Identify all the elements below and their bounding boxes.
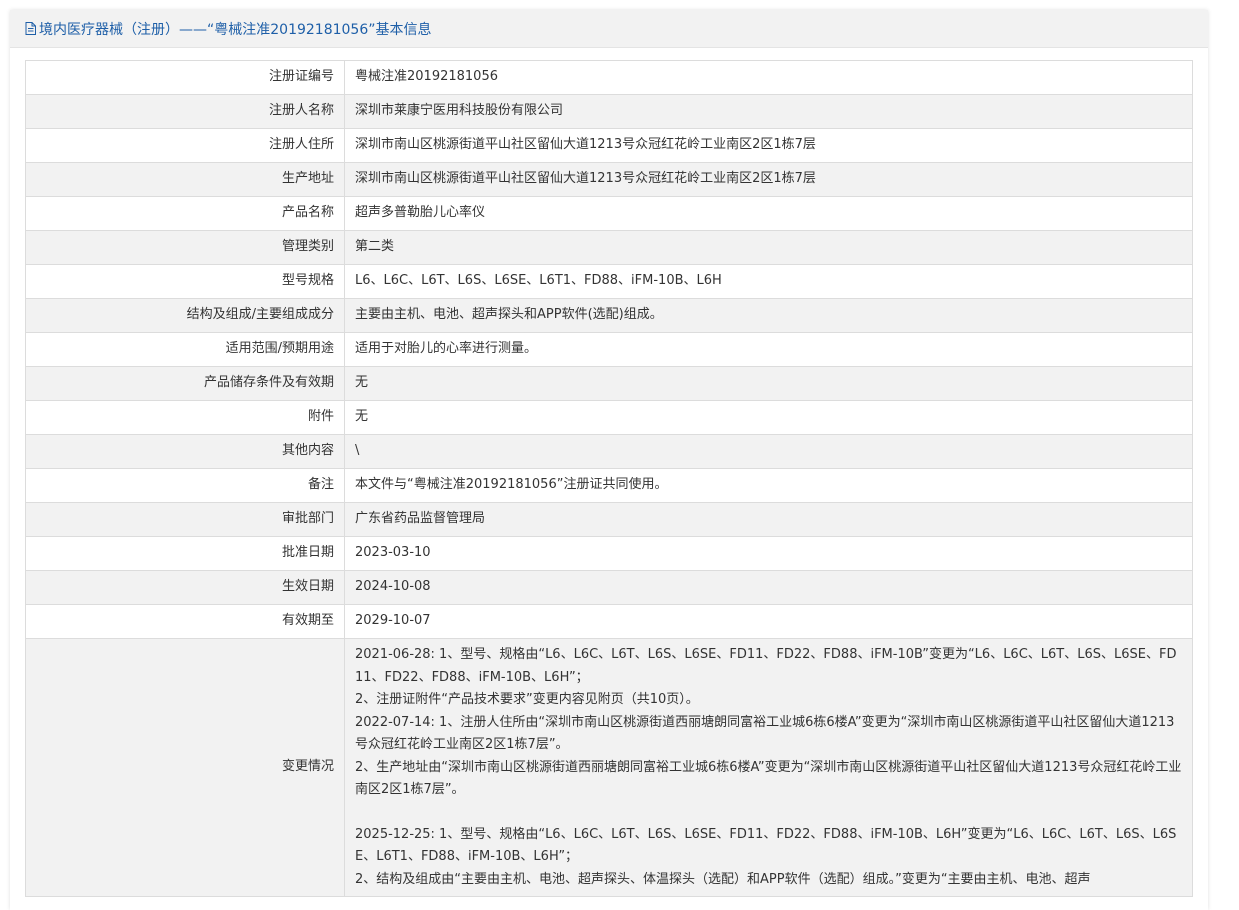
row-value: 无 [344,366,1193,401]
table-row: 注册人住所 深圳市南山区桃源街道平山社区留仙大道1213号众冠红花岭工业南区2区… [25,128,1193,163]
table-row: 附件 无 [25,400,1193,435]
row-label: 生效日期 [25,570,345,605]
row-value: 深圳市莱康宁医用科技股份有限公司 [344,94,1193,129]
row-value: 深圳市南山区桃源街道平山社区留仙大道1213号众冠红花岭工业南区2区1栋7层 [344,162,1193,197]
table-row: 管理类别 第二类 [25,230,1193,265]
row-label: 适用范围/预期用途 [25,332,345,367]
row-label: 注册人住所 [25,128,345,163]
row-value: 深圳市南山区桃源街道平山社区留仙大道1213号众冠红花岭工业南区2区1栋7层 [344,128,1193,163]
table-row: 适用范围/预期用途 适用于对胎儿的心率进行测量。 [25,332,1193,367]
row-value: 主要由主机、电池、超声探头和APP软件(选配)组成。 [344,298,1193,333]
row-label: 批准日期 [25,536,345,571]
table-row: 结构及组成/主要组成成分 主要由主机、电池、超声探头和APP软件(选配)组成。 [25,298,1193,333]
row-value: 适用于对胎儿的心率进行测量。 [344,332,1193,367]
row-value: 粤械注准20192181056 [344,60,1193,95]
row-label: 产品名称 [25,196,345,231]
table-row: 批准日期 2023-03-10 [25,536,1193,571]
change-line: 2、结构及组成由“主要由主机、电池、超声探头、体温探头（选配）和APP软件（选配… [355,871,1091,887]
row-value: 无 [344,400,1193,435]
table-row: 生产地址 深圳市南山区桃源街道平山社区留仙大道1213号众冠红花岭工业南区2区1… [25,162,1193,197]
panel-header: 境内医疗器械（注册）——“粤械注准20192181056”基本信息 [10,10,1208,48]
change-history-row: 变更情况 2021-06-28: 1、型号、规格由“L6、L6C、L6T、L6S… [25,638,1193,897]
change-line: 2025-12-25: 1、型号、规格由“L6、L6C、L6T、L6S、L6SE… [355,826,1177,865]
row-label: 管理类别 [25,230,345,265]
document-icon [25,22,36,35]
row-value: 本文件与“粤械注准20192181056”注册证共同使用。 [344,468,1193,503]
table-row: 有效期至 2029-10-07 [25,604,1193,639]
row-value: 超声多普勒胎儿心率仪 [344,196,1193,231]
table-row: 注册证编号 粤械注准20192181056 [25,60,1193,95]
table-row: 产品储存条件及有效期 无 [25,366,1193,401]
row-value: 第二类 [344,230,1193,265]
row-label: 附件 [25,400,345,435]
row-value: \ [344,434,1193,469]
info-table-wrapper: 注册证编号 粤械注准20192181056 注册人名称 深圳市莱康宁医用科技股份… [25,60,1193,897]
change-line: 2、生产地址由“深圳市南山区桃源街道西丽塘朗同富裕工业城6栋6楼A”变更为“深圳… [355,759,1182,798]
row-value: 2023-03-10 [344,536,1193,571]
row-label: 注册人名称 [25,94,345,129]
table-row: 型号规格 L6、L6C、L6T、L6S、L6SE、L6T1、FD88、iFM-1… [25,264,1193,299]
row-value: 广东省药品监督管理局 [344,502,1193,537]
change-line: 2021-06-28: 1、型号、规格由“L6、L6C、L6T、L6S、L6SE… [355,647,1177,685]
row-label: 注册证编号 [25,60,345,95]
info-table: 注册证编号 粤械注准20192181056 注册人名称 深圳市莱康宁医用科技股份… [25,60,1193,897]
row-label: 备注 [25,468,345,503]
row-value: 2029-10-07 [344,604,1193,639]
table-row: 备注 本文件与“粤械注准20192181056”注册证共同使用。 [25,468,1193,503]
row-label: 有效期至 [25,604,345,639]
change-history-label: 变更情况 [25,638,345,897]
table-row: 审批部门 广东省药品监督管理局 [25,502,1193,537]
row-value: L6、L6C、L6T、L6S、L6SE、L6T1、FD88、iFM-10B、L6… [344,264,1193,299]
page-title: 境内医疗器械（注册）——“粤械注准20192181056”基本信息 [39,21,432,38]
change-line: 2、注册证附件“产品技术要求”变更内容见附页（共10页）。 [355,692,699,707]
row-label: 产品储存条件及有效期 [25,366,345,401]
row-label: 其他内容 [25,434,345,469]
row-label: 型号规格 [25,264,345,299]
table-row: 其他内容 \ [25,434,1193,469]
row-label: 生产地址 [25,162,345,197]
row-label: 结构及组成/主要组成成分 [25,298,345,333]
change-history-value: 2021-06-28: 1、型号、规格由“L6、L6C、L6T、L6S、L6SE… [344,638,1193,897]
table-row: 产品名称 超声多普勒胎儿心率仪 [25,196,1193,231]
row-value: 2024-10-08 [344,570,1193,605]
table-row: 生效日期 2024-10-08 [25,570,1193,605]
info-panel: 境内医疗器械（注册）——“粤械注准20192181056”基本信息 注册证编号 … [10,10,1208,910]
row-label: 审批部门 [25,502,345,537]
change-line: 2022-07-14: 1、注册人住所由“深圳市南山区桃源街道西丽塘朗同富裕工业… [355,714,1175,753]
table-row: 注册人名称 深圳市莱康宁医用科技股份有限公司 [25,94,1193,129]
change-spacer [355,802,1182,824]
